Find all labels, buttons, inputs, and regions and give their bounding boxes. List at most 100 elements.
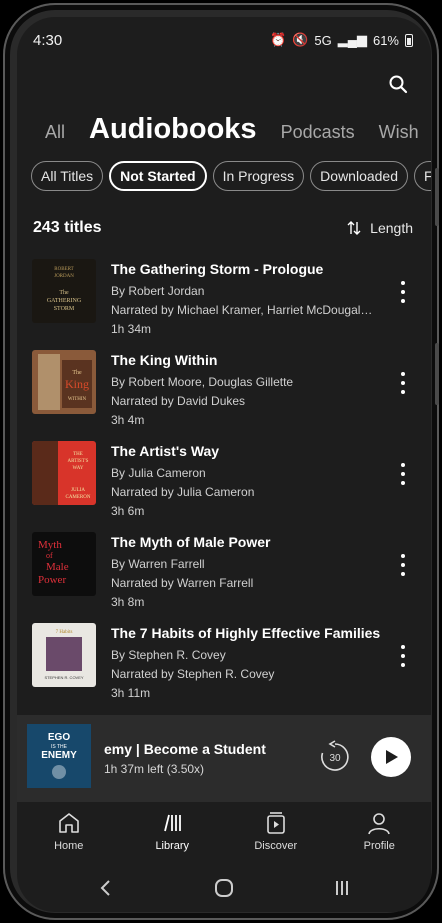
profile-icon bbox=[368, 813, 391, 835]
more-options-button[interactable] bbox=[397, 463, 409, 485]
nav-library[interactable]: Library bbox=[121, 802, 225, 864]
chip-all-titles[interactable]: All Titles bbox=[31, 161, 104, 191]
book-title: The Gathering Storm - Prologue bbox=[111, 261, 324, 277]
book-info: The King Within By Robert Moore, Douglas… bbox=[111, 352, 373, 430]
signal-icon: ▂▄▆ bbox=[337, 32, 367, 47]
search-icon bbox=[389, 75, 408, 94]
book-duration: 1h 34m bbox=[111, 322, 152, 336]
mini-player[interactable]: EGO IS THE ENEMY emy | Become a Student … bbox=[17, 715, 431, 802]
back-icon[interactable] bbox=[96, 878, 116, 898]
mute-icon: 🔇 bbox=[292, 32, 309, 47]
chip-downloaded[interactable]: Downloaded bbox=[310, 161, 409, 191]
player-cover: EGO IS THE ENEMY bbox=[27, 724, 91, 788]
sort-button[interactable]: Length bbox=[346, 220, 413, 236]
book-title: The Myth of Male Power bbox=[111, 534, 271, 550]
player-time-left: 1h 37m left (3.50x) bbox=[104, 762, 205, 776]
book-narrator: Narrated by Stephen R. Covey bbox=[111, 667, 275, 681]
more-options-button[interactable] bbox=[397, 554, 409, 576]
nav-profile[interactable]: Profile bbox=[328, 802, 432, 864]
nav-library-label: Library bbox=[155, 840, 190, 852]
nav-home-label: Home bbox=[54, 840, 84, 852]
svg-text:THE: THE bbox=[73, 452, 83, 457]
svg-text:STORM: STORM bbox=[54, 306, 75, 312]
recents-icon[interactable] bbox=[332, 878, 352, 898]
nav-discover[interactable]: Discover bbox=[224, 802, 328, 864]
svg-text:Power: Power bbox=[38, 574, 66, 586]
svg-text:STEPHEN R. COVEY: STEPHEN R. COVEY bbox=[44, 675, 83, 680]
status-bar: 4:30 ⏰ 🔇 5G ▂▄▆ 61% bbox=[17, 17, 431, 63]
rewind-icon: 30 bbox=[321, 740, 349, 771]
battery-icon bbox=[405, 33, 413, 47]
more-options-button[interactable] bbox=[397, 645, 409, 667]
book-item[interactable]: The King WITHIN The King Within By Rober… bbox=[17, 350, 431, 441]
book-cover: THE ARTIST'S WAY JULIA CAMERON bbox=[32, 441, 96, 505]
category-tabs: All Audiobooks Podcasts Wish bbox=[45, 113, 431, 146]
book-info: The Myth of Male Power By Warren Farrell… bbox=[111, 534, 373, 612]
alarm-icon: ⏰ bbox=[270, 32, 287, 47]
chip-in-progress[interactable]: In Progress bbox=[212, 161, 305, 191]
svg-text:Male: Male bbox=[46, 561, 69, 573]
sort-label: Length bbox=[370, 220, 413, 236]
book-item[interactable]: THE ARTIST'S WAY JULIA CAMERON The Artis… bbox=[17, 441, 431, 532]
bottom-nav: Home Library Discover Profile bbox=[17, 802, 431, 864]
nav-profile-label: Profile bbox=[363, 840, 395, 852]
search-button[interactable] bbox=[385, 71, 411, 97]
book-title: The King Within bbox=[111, 352, 218, 368]
book-duration: 3h 11m bbox=[111, 686, 151, 700]
svg-text:ROBERT: ROBERT bbox=[54, 267, 73, 272]
status-icons: ⏰ 🔇 5G ▂▄▆ 61% bbox=[270, 32, 413, 48]
tab-audiobooks[interactable]: Audiobooks bbox=[89, 113, 257, 146]
rewind-30-button[interactable]: 30 bbox=[318, 740, 352, 774]
nav-discover-label: Discover bbox=[254, 840, 298, 852]
player-title: emy | Become a Student bbox=[104, 741, 266, 757]
more-options-button[interactable] bbox=[397, 372, 409, 394]
home-icon bbox=[58, 813, 79, 833]
book-narrator: Narrated by Julia Cameron bbox=[111, 485, 255, 499]
book-author: By Warren Farrell bbox=[111, 557, 205, 571]
library-header: 243 titles Length bbox=[33, 219, 413, 237]
book-duration: 3h 6m bbox=[111, 504, 145, 518]
book-cover: Myth of Male Power bbox=[32, 532, 96, 596]
book-duration: 3h 4m bbox=[111, 413, 145, 427]
svg-text:Myth: Myth bbox=[38, 539, 62, 551]
library-icon bbox=[164, 814, 182, 832]
book-author: By Julia Cameron bbox=[111, 466, 206, 480]
book-title: The Artist's Way bbox=[111, 443, 220, 459]
book-title: The 7 Habits of Highly Effective Familie… bbox=[111, 625, 381, 641]
book-list: ROBERT JORDAN The GATHERING STORM The Ga… bbox=[17, 259, 431, 714]
sort-icon bbox=[347, 221, 361, 235]
book-author: By Robert Moore, Douglas Gillette bbox=[111, 375, 294, 389]
tab-all[interactable]: All bbox=[45, 122, 65, 143]
home-button-icon[interactable] bbox=[213, 877, 235, 899]
book-cover: The King WITHIN bbox=[32, 350, 96, 414]
svg-text:ARTIST'S: ARTIST'S bbox=[68, 459, 89, 464]
svg-text:30: 30 bbox=[329, 753, 341, 764]
book-narrator: Narrated by Michael Kramer, Harriet McDo… bbox=[111, 303, 373, 317]
play-button[interactable] bbox=[371, 737, 411, 777]
more-options-button[interactable] bbox=[397, 281, 409, 303]
book-narrator: Narrated by Warren Farrell bbox=[111, 576, 254, 590]
chip-not-started[interactable]: Not Started bbox=[109, 161, 207, 191]
system-nav-bar bbox=[17, 864, 431, 912]
play-icon bbox=[386, 750, 398, 764]
svg-text:7 Habits: 7 Habits bbox=[56, 630, 73, 635]
status-time: 4:30 bbox=[33, 31, 63, 49]
tab-podcasts[interactable]: Podcasts bbox=[281, 122, 355, 143]
book-author: By Robert Jordan bbox=[111, 284, 205, 298]
book-item[interactable]: 7 Habits STEPHEN R. COVEY The 7 Habits o… bbox=[17, 623, 431, 714]
svg-text:WITHIN: WITHIN bbox=[68, 397, 87, 402]
svg-text:GATHERING: GATHERING bbox=[47, 298, 82, 304]
book-item[interactable]: ROBERT JORDAN The GATHERING STORM The Ga… bbox=[17, 259, 431, 350]
volume-button bbox=[435, 168, 439, 226]
svg-text:of: of bbox=[46, 551, 53, 560]
book-item[interactable]: Myth of Male Power The Myth of Male Powe… bbox=[17, 532, 431, 623]
book-narrator: Narrated by David Dukes bbox=[111, 394, 246, 408]
discover-icon bbox=[266, 812, 285, 834]
chip-finished[interactable]: Fi bbox=[414, 161, 431, 191]
phone-frame: 4:30 ⏰ 🔇 5G ▂▄▆ 61% All Audiobooks Podca… bbox=[3, 3, 439, 920]
nav-home[interactable]: Home bbox=[17, 802, 121, 864]
svg-text:The: The bbox=[59, 290, 69, 296]
power-button bbox=[435, 343, 439, 405]
filter-chips: All Titles Not Started In Progress Downl… bbox=[31, 161, 431, 191]
tab-wishlist[interactable]: Wish bbox=[379, 122, 419, 143]
